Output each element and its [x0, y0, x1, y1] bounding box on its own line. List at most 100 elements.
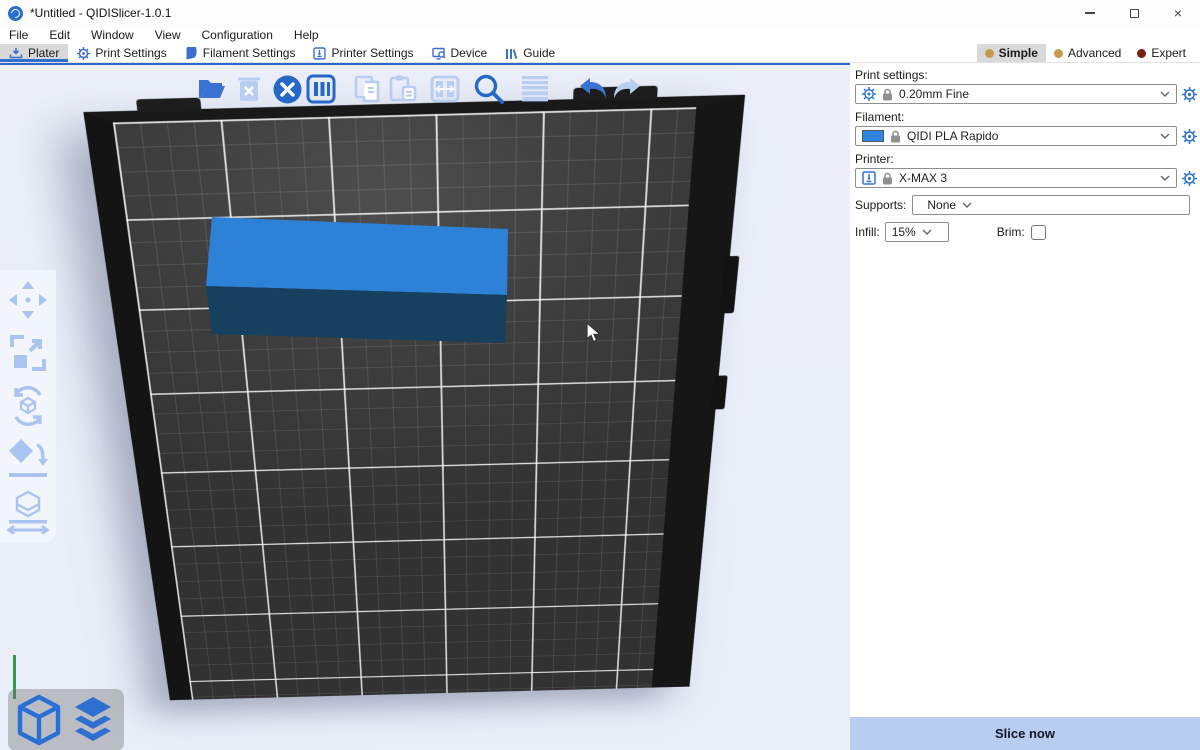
printer-settings-icon: [313, 47, 326, 60]
settings-sidebar: Print settings: 0.20mm Fine Filament: QI…: [850, 63, 1200, 750]
maximize-button[interactable]: [1112, 0, 1156, 26]
tab-filament-settings[interactable]: Filament Settings: [176, 44, 305, 62]
fill-bed-icon: [430, 74, 460, 104]
redo-icon: [611, 76, 643, 102]
scale-button[interactable]: [7, 331, 49, 375]
close-icon: ×: [1174, 6, 1182, 20]
filament-color-swatch: [862, 130, 884, 142]
cut-button[interactable]: [7, 490, 49, 534]
advanced-dot-icon: [1054, 49, 1063, 58]
tab-guide[interactable]: Guide: [496, 44, 564, 62]
print-settings-label: Print settings:: [850, 67, 1200, 84]
place-on-face-icon: [7, 437, 49, 481]
title-bar: *Untitled - QIDISlicer-1.0.1 ×: [0, 0, 1200, 26]
move-button[interactable]: [7, 278, 49, 322]
filament-value: QIDI PLA Rapido: [907, 129, 1154, 143]
gear-icon: [1182, 87, 1197, 102]
guide-icon: [505, 47, 518, 60]
menu-help[interactable]: Help: [294, 28, 319, 42]
mode-label: Advanced: [1068, 46, 1121, 60]
menu-edit[interactable]: Edit: [49, 28, 70, 42]
fill-bed-button[interactable]: [429, 72, 461, 106]
rotate-button[interactable]: [7, 384, 49, 428]
slice-now-button[interactable]: Slice now: [850, 717, 1200, 750]
search-icon: [473, 73, 505, 105]
printer-label: Printer:: [850, 151, 1200, 168]
variable-layer-height-button[interactable]: [519, 72, 551, 106]
open-folder-icon: [197, 76, 227, 102]
tab-device[interactable]: Device: [423, 44, 497, 62]
menu-file[interactable]: File: [9, 28, 28, 42]
plate-clip: [136, 98, 202, 113]
print-settings-gear-button[interactable]: [1180, 87, 1198, 102]
plate-clip: [710, 375, 727, 409]
copy-icon: [352, 74, 382, 104]
supports-select[interactable]: None: [912, 195, 1190, 215]
print-settings-select[interactable]: 0.20mm Fine: [855, 84, 1177, 104]
view-toggle: [8, 689, 124, 750]
preview-layers-icon[interactable]: [68, 695, 118, 745]
supports-label: Supports:: [855, 198, 906, 212]
copy-button[interactable]: [351, 72, 383, 106]
filament-settings-icon: [185, 47, 198, 60]
model-box[interactable]: [195, 205, 520, 355]
minimize-button[interactable]: [1068, 0, 1112, 26]
close-button[interactable]: ×: [1156, 0, 1200, 26]
brim-label: Brim:: [997, 225, 1025, 239]
delete-all-button[interactable]: [271, 72, 303, 106]
print-profile-icon: [862, 87, 876, 101]
brim-checkbox[interactable]: [1031, 225, 1046, 240]
3d-editor-icon[interactable]: [15, 694, 63, 746]
app-logo-icon: [8, 6, 23, 21]
lock-icon: [882, 172, 893, 185]
filament-gear-button[interactable]: [1180, 129, 1198, 144]
open-button[interactable]: [196, 72, 228, 106]
tab-print-settings[interactable]: Print Settings: [68, 44, 175, 62]
viewport-3d[interactable]: [0, 63, 850, 750]
printer-value: X-MAX 3: [899, 171, 1154, 185]
printer-gear-button[interactable]: [1180, 171, 1198, 186]
delete-button[interactable]: [233, 72, 265, 106]
gear-icon: [1182, 171, 1197, 186]
filament-select[interactable]: QIDI PLA Rapido: [855, 126, 1177, 146]
undo-icon: [577, 76, 609, 102]
menu-configuration[interactable]: Configuration: [202, 28, 273, 42]
mode-simple[interactable]: Simple: [977, 44, 1046, 62]
mode-label: Expert: [1151, 46, 1186, 60]
mode-advanced[interactable]: Advanced: [1046, 44, 1129, 62]
menu-view[interactable]: View: [155, 28, 181, 42]
paste-icon: [388, 74, 418, 104]
search-button[interactable]: [473, 72, 505, 106]
printer-select[interactable]: X-MAX 3: [855, 168, 1177, 188]
chevron-down-icon: [962, 202, 972, 208]
variable-layer-height-icon: [520, 75, 550, 103]
redo-button[interactable]: [611, 72, 643, 106]
menu-window[interactable]: Window: [91, 28, 134, 42]
cut-icon: [7, 490, 49, 534]
tab-label: Guide: [523, 46, 555, 60]
tab-plater[interactable]: Plater: [0, 44, 68, 62]
rotate-icon: [7, 385, 49, 427]
build-plate[interactable]: [83, 95, 745, 701]
tab-label: Filament Settings: [203, 46, 296, 60]
undo-button[interactable]: [577, 72, 609, 106]
tab-label: Printer Settings: [331, 46, 413, 60]
place-on-face-button[interactable]: [7, 437, 49, 481]
mode-expert[interactable]: Expert: [1129, 44, 1194, 62]
print-settings-value: 0.20mm Fine: [899, 87, 1154, 101]
mode-toggle: Simple Advanced Expert: [977, 44, 1200, 62]
tab-printer-settings[interactable]: Printer Settings: [304, 44, 422, 62]
infill-select[interactable]: 15%: [885, 222, 949, 242]
minimize-icon: [1085, 12, 1095, 14]
simple-dot-icon: [985, 49, 994, 58]
arrange-button[interactable]: [305, 72, 337, 106]
mode-label: Simple: [999, 46, 1038, 60]
delete-all-icon: [273, 75, 302, 104]
chevron-down-icon: [1160, 133, 1170, 139]
expert-dot-icon: [1137, 49, 1146, 58]
infill-value: 15%: [892, 225, 916, 239]
gear-icon: [1182, 129, 1197, 144]
lock-icon: [882, 88, 893, 101]
paste-button[interactable]: [387, 72, 419, 106]
chevron-down-icon: [1160, 175, 1170, 181]
